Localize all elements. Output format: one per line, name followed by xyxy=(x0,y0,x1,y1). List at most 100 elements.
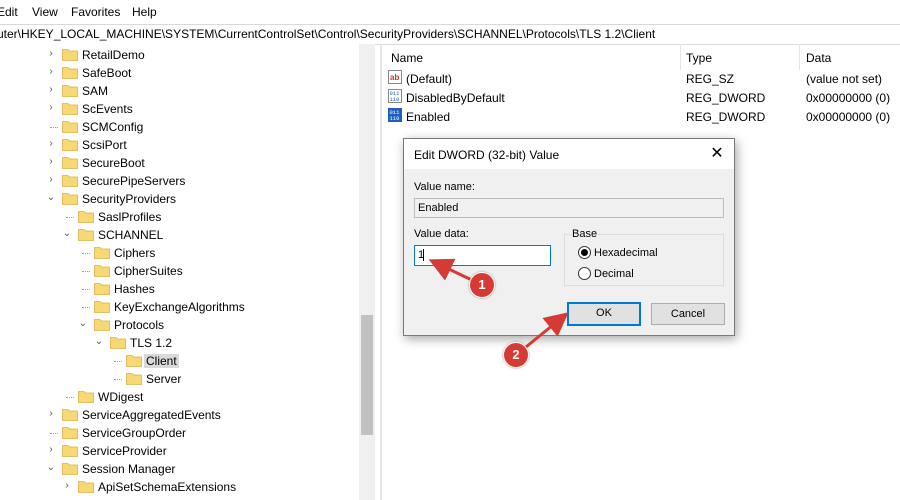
folder-icon xyxy=(62,139,78,151)
menu-favorites[interactable]: Favorites xyxy=(71,5,120,19)
chevron-right-icon[interactable]: › xyxy=(46,409,56,419)
tree-item[interactable]: ⌄ TLS 1.2 xyxy=(0,334,360,352)
tree-item-label: ApiSetSchemaExtensions xyxy=(98,480,237,494)
chevron-right-icon[interactable]: › xyxy=(62,481,72,491)
folder-icon xyxy=(94,265,110,277)
chevron-right-icon[interactable]: › xyxy=(46,445,56,455)
address-bar[interactable]: uter\HKEY_LOCAL_MACHINE\SYSTEM\CurrentCo… xyxy=(0,24,900,45)
pane-splitter[interactable] xyxy=(380,44,382,500)
tree-item-label: ServiceProvider xyxy=(82,444,167,458)
tree-item[interactable]: › SafeBoot xyxy=(0,64,360,82)
menu-help[interactable]: Help xyxy=(132,5,157,19)
tree-item-label: ServiceAggregatedEvents xyxy=(82,408,221,422)
list-item[interactable]: 011 110 DisabledByDefault REG_DWORD 0x00… xyxy=(383,88,900,107)
tree-item[interactable]: SCMConfig xyxy=(0,118,360,136)
folder-icon xyxy=(94,301,110,313)
value-name-field: Enabled xyxy=(414,198,724,218)
column-data-header[interactable]: Data xyxy=(806,51,831,65)
list-item[interactable]: ab (Default) REG_SZ (value not set) xyxy=(383,69,900,88)
base-group-label: Base xyxy=(571,228,599,240)
chevron-right-icon[interactable]: › xyxy=(46,157,56,167)
tree-scrollbar-thumb[interactable] xyxy=(361,315,373,435)
chevron-right-icon[interactable]: › xyxy=(46,67,56,77)
folder-icon xyxy=(62,49,78,61)
tree-connector xyxy=(82,307,90,308)
folder-icon xyxy=(62,85,78,97)
tree-item[interactable]: › ScsiPort xyxy=(0,136,360,154)
hexadecimal-label[interactable]: Hexadecimal xyxy=(594,247,658,259)
tree-item[interactable]: ⌄ Session Manager xyxy=(0,460,360,478)
chevron-down-icon[interactable]: ⌄ xyxy=(94,337,104,347)
close-icon[interactable]: ✕ xyxy=(708,145,726,163)
tree-connector xyxy=(82,289,90,290)
tree-item[interactable]: SaslProfiles xyxy=(0,208,360,226)
decimal-label[interactable]: Decimal xyxy=(594,268,634,280)
tree-item[interactable]: Client xyxy=(0,352,360,370)
tree-item-label: Session Manager xyxy=(82,462,176,476)
cancel-button[interactable]: Cancel xyxy=(651,303,725,325)
tree-item-label: SafeBoot xyxy=(82,66,132,80)
folder-icon xyxy=(126,373,142,385)
column-name-header[interactable]: Name xyxy=(391,51,423,65)
tree-item-label: SCHANNEL xyxy=(98,228,164,242)
tree-item[interactable]: › RetailDemo xyxy=(0,46,360,64)
dialog-title-bar[interactable]: Edit DWORD (32-bit) Value ✕ xyxy=(404,139,734,169)
value-data-label: Value data: xyxy=(414,228,469,240)
tree-item[interactable]: › SecureBoot xyxy=(0,154,360,172)
folder-icon xyxy=(62,175,78,187)
tree-item-label: SaslProfiles xyxy=(98,210,162,224)
chevron-right-icon[interactable]: › xyxy=(46,85,56,95)
chevron-right-icon[interactable]: › xyxy=(46,103,56,113)
folder-icon xyxy=(94,247,110,259)
menu-edit[interactable]: Edit xyxy=(0,5,18,19)
menu-bar: Edit View Favorites Help xyxy=(0,0,900,24)
folder-icon xyxy=(62,463,78,475)
svg-text:110: 110 xyxy=(390,115,400,122)
tree-item[interactable]: Ciphers xyxy=(0,244,360,262)
tree-item[interactable]: ⌄ SecurityProviders xyxy=(0,190,360,208)
tree-item[interactable]: KeyExchangeAlgorithms xyxy=(0,298,360,316)
hexadecimal-radio[interactable] xyxy=(578,246,591,259)
value-data-input[interactable]: 1 xyxy=(414,245,551,266)
menu-view[interactable]: View xyxy=(32,5,58,19)
tree-item[interactable]: Server xyxy=(0,370,360,388)
tree-item[interactable]: › ApiSetSchemaExtensions xyxy=(0,478,360,496)
chevron-right-icon[interactable]: › xyxy=(46,175,56,185)
tree-item[interactable]: WDigest xyxy=(0,388,360,406)
tree-item[interactable]: ServiceGroupOrder xyxy=(0,424,360,442)
tree-item[interactable]: ⌄ SCHANNEL xyxy=(0,226,360,244)
tree-item-label: SecureBoot xyxy=(82,156,145,170)
chevron-down-icon[interactable]: ⌄ xyxy=(46,193,56,203)
tree-item[interactable]: › SAM xyxy=(0,82,360,100)
chevron-right-icon[interactable]: › xyxy=(46,49,56,59)
tree-item[interactable]: › ServiceAggregatedEvents xyxy=(0,406,360,424)
chevron-down-icon[interactable]: ⌄ xyxy=(78,319,88,329)
tree-item[interactable]: › ScEvents xyxy=(0,100,360,118)
svg-text:110: 110 xyxy=(390,96,400,103)
string-value-icon: ab xyxy=(388,70,402,84)
list-item[interactable]: 011 110 Enabled REG_DWORD 0x00000000 (0) xyxy=(383,107,900,126)
column-type-header[interactable]: Type xyxy=(686,51,712,65)
tree-item-label: Client xyxy=(144,354,179,368)
tree-item[interactable]: Hashes xyxy=(0,280,360,298)
ok-button[interactable]: OK xyxy=(567,302,641,326)
decimal-radio[interactable] xyxy=(578,267,591,280)
chevron-down-icon[interactable]: ⌄ xyxy=(46,463,56,473)
column-divider[interactable] xyxy=(799,44,800,70)
tree-item-label: SecurePipeServers xyxy=(82,174,186,188)
radio-selected-dot xyxy=(581,249,588,256)
chevron-down-icon[interactable]: ⌄ xyxy=(62,229,72,239)
column-divider[interactable] xyxy=(680,44,681,70)
chevron-right-icon[interactable]: › xyxy=(46,139,56,149)
text-caret xyxy=(423,249,424,261)
tree-item[interactable]: › ServiceProvider xyxy=(0,442,360,460)
value-name: Enabled xyxy=(406,110,451,124)
tree-item[interactable]: › SecurePipeServers xyxy=(0,172,360,190)
tree-item-label: ServiceGroupOrder xyxy=(82,426,187,440)
tree-item[interactable]: CipherSuites xyxy=(0,262,360,280)
value-data: (value not set) xyxy=(806,72,883,86)
tree-scrollbar[interactable] xyxy=(359,44,375,500)
tree-item-label: Server xyxy=(146,372,182,386)
address-path[interactable]: uter\HKEY_LOCAL_MACHINE\SYSTEM\CurrentCo… xyxy=(0,27,655,41)
tree-item[interactable]: ⌄ Protocols xyxy=(0,316,360,334)
